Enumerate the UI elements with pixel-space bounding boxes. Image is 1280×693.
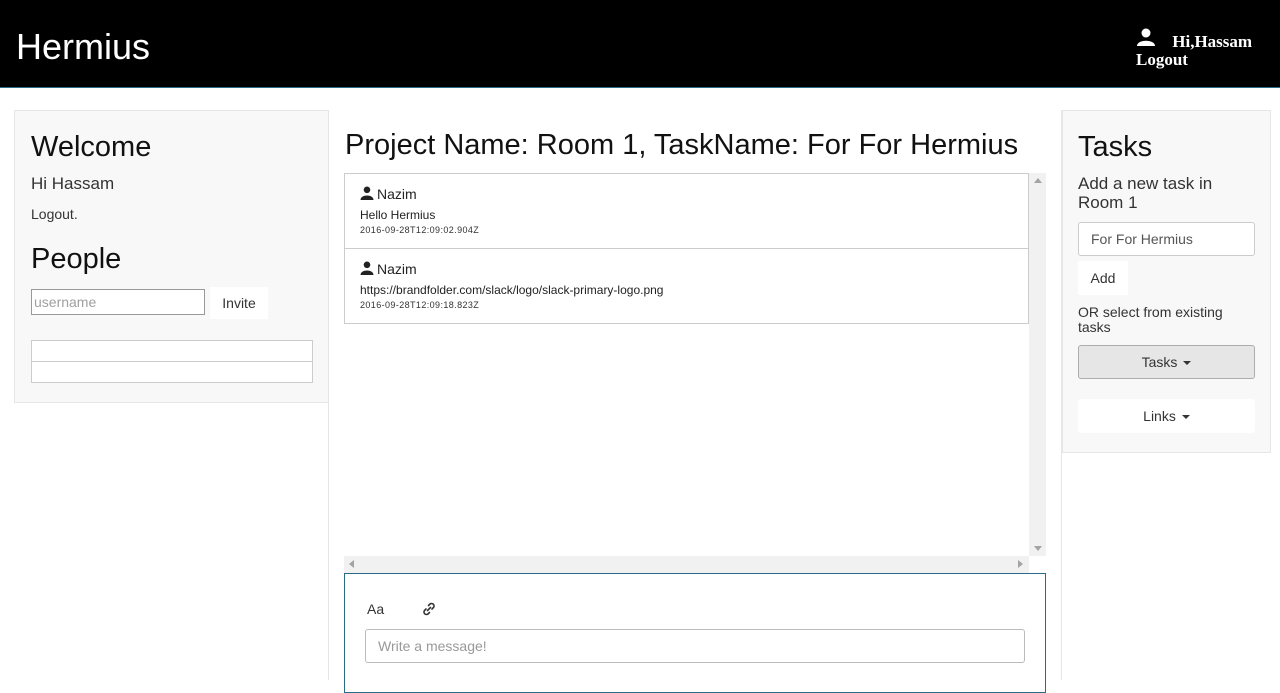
message-author: Nazim	[360, 261, 417, 277]
chat-area: Nazim Hello Hermius 2016-09-28T12:09:02.…	[344, 173, 1046, 573]
message-text: Hello Hermius	[360, 208, 436, 222]
vertical-scrollbar[interactable]	[1029, 173, 1046, 556]
scroll-right-icon[interactable]	[1018, 560, 1023, 568]
invite-button[interactable]: Invite	[210, 287, 268, 319]
user-menu: Hi,Hassam Logout	[1136, 28, 1276, 69]
brand-title[interactable]: Hermius	[16, 26, 150, 68]
task-name-input[interactable]	[1078, 222, 1255, 256]
message-item: Nazim Hello Hermius 2016-09-28T12:09:02.…	[345, 174, 1028, 249]
author-name: Nazim	[377, 261, 417, 277]
message-text: https://brandfolder.com/slack/logo/slack…	[360, 283, 664, 297]
header-logout-link[interactable]: Logout	[1136, 51, 1276, 69]
format-text-button[interactable]: Aa	[367, 601, 384, 617]
message-author: Nazim	[360, 186, 417, 202]
people-list	[31, 340, 313, 383]
links-dropdown[interactable]: Links	[1078, 399, 1255, 433]
top-navbar: Hermius Hi,Hassam Logout	[0, 0, 1280, 88]
user-icon	[360, 186, 374, 200]
list-item[interactable]	[32, 341, 312, 362]
caret-down-icon	[1181, 415, 1190, 420]
hi-user-text: Hi Hassam	[31, 174, 115, 193]
user-icon	[1136, 28, 1156, 46]
or-select-label: OR select from existing tasks	[1078, 304, 1223, 335]
column-divider	[328, 110, 329, 680]
tasks-panel: Tasks Add a new task in Room 1 Add OR se…	[1062, 110, 1271, 453]
greeting-text: Hi,Hassam	[1172, 32, 1253, 51]
message-list: Nazim Hello Hermius 2016-09-28T12:09:02.…	[344, 173, 1029, 324]
list-item[interactable]	[32, 362, 312, 383]
message-composer: Aa	[344, 573, 1046, 693]
message-timestamp: 2016-09-28T12:09:18.823Z	[360, 300, 480, 310]
message-item: Nazim https://brandfolder.com/slack/logo…	[345, 249, 1028, 324]
link-icon[interactable]	[421, 601, 437, 617]
scroll-up-icon[interactable]	[1034, 178, 1042, 183]
author-name: Nazim	[377, 186, 417, 202]
welcome-panel: Welcome Hi Hassam Logout. People Invite	[14, 110, 329, 403]
add-task-button[interactable]: Add	[1078, 261, 1128, 295]
tasks-dropdown-label: Tasks	[1141, 354, 1178, 370]
scroll-down-icon[interactable]	[1034, 546, 1042, 551]
caret-down-icon	[1183, 361, 1192, 366]
message-input[interactable]	[365, 629, 1025, 663]
add-task-label: Add a new task in Room 1	[1078, 174, 1213, 212]
tasks-dropdown[interactable]: Tasks	[1078, 345, 1255, 379]
message-timestamp: 2016-09-28T12:09:02.904Z	[360, 225, 480, 235]
tasks-heading: Tasks	[1078, 131, 1153, 163]
people-heading: People	[31, 243, 122, 275]
project-title: Project Name: Room 1, TaskName: For For …	[345, 129, 1019, 161]
links-dropdown-label: Links	[1143, 408, 1176, 424]
horizontal-scrollbar[interactable]	[344, 556, 1029, 573]
scroll-left-icon[interactable]	[349, 560, 354, 568]
logout-link[interactable]: Logout.	[31, 206, 78, 222]
welcome-heading: Welcome	[31, 131, 152, 163]
user-icon	[360, 261, 374, 275]
username-input[interactable]	[31, 289, 205, 315]
